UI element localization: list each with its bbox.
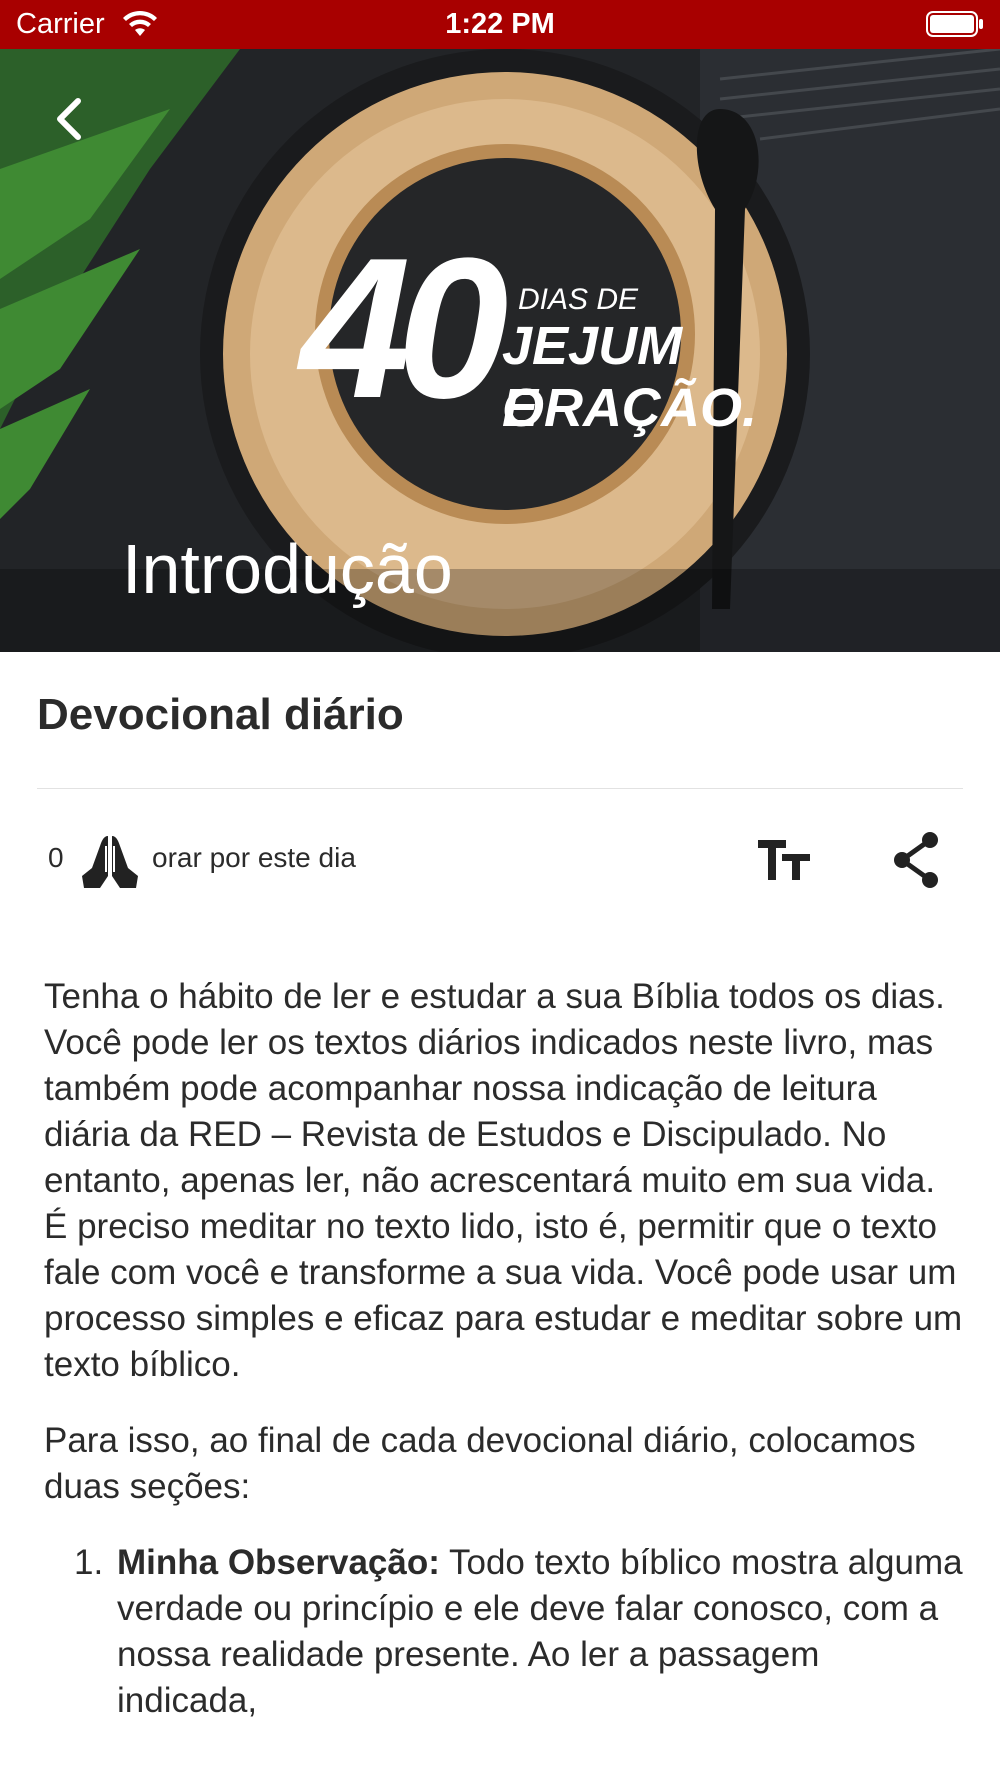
- campaign-logo: 40 DIAS DE JEJUM E ORAÇÃO.: [290, 217, 757, 469]
- status-time: 1:22 PM: [445, 8, 555, 40]
- actions-bar: 0 orar por este dia: [0, 820, 1000, 900]
- sections-list: 1. Minha Observação: Todo texto bíblico …: [44, 1540, 964, 1724]
- list-item: 1. Minha Observação: Todo texto bíblico …: [44, 1540, 964, 1724]
- praying-hands-icon[interactable]: [78, 832, 142, 890]
- pray-count: 0: [48, 842, 64, 873]
- content-paragraph: Para isso, ao final de cada devocional d…: [44, 1421, 916, 1506]
- hero-banner: 40 DIAS DE JEJUM E ORAÇÃO. Introdução: [0, 49, 1000, 652]
- content-paragraph: Tenha o hábito de ler e estudar a sua Bí…: [44, 977, 963, 1384]
- devotional-content: Tenha o hábito de ler e estudar a sua Bí…: [44, 974, 964, 1724]
- share-icon[interactable]: [888, 830, 944, 890]
- font-size-icon[interactable]: [756, 832, 812, 888]
- pray-for-day-link[interactable]: orar por este dia: [152, 842, 356, 874]
- battery-icon: [926, 11, 983, 37]
- logo-number: 40: [300, 217, 509, 440]
- page-title: Introdução: [122, 530, 453, 608]
- status-bar: Carrier 1:22 PM: [0, 0, 1000, 49]
- logo-line-1: DIAS DE: [518, 283, 639, 316]
- divider: [37, 788, 963, 789]
- logo-line-3: ORAÇÃO.: [502, 378, 757, 438]
- list-item-heading: Minha Observação:: [117, 1543, 440, 1582]
- back-chevron-icon[interactable]: [40, 89, 100, 149]
- list-item-number: 1.: [74, 1543, 104, 1582]
- section-title: Devocional diário: [37, 690, 404, 739]
